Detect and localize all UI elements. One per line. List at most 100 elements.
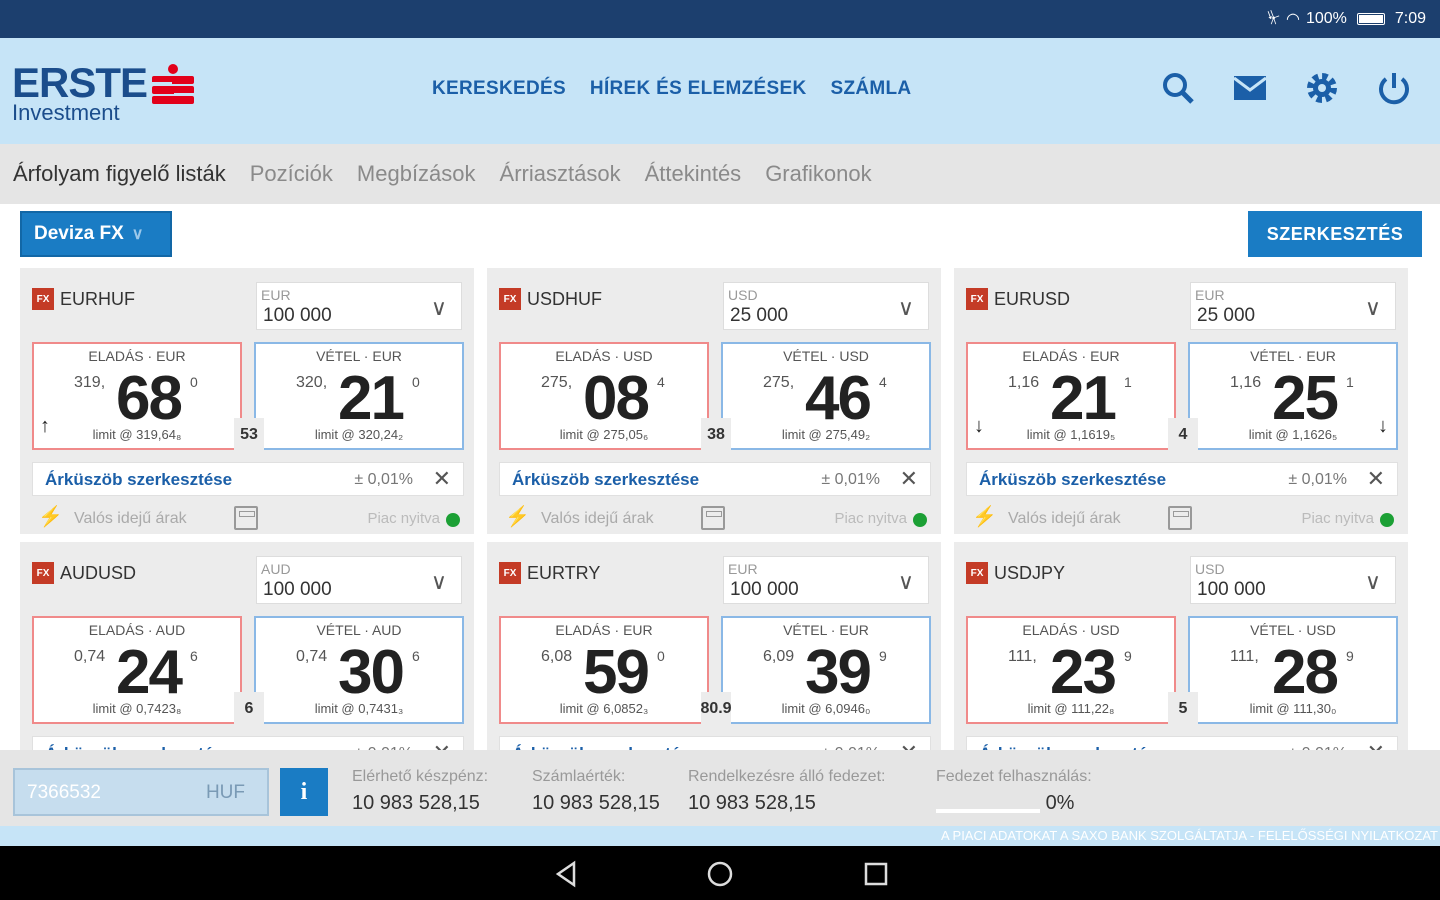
instrument-symbol[interactable]: AUDUSD [60,563,136,584]
stat-available-margin: Rendelkezésre álló fedezet: 10 983 528,1… [688,768,885,815]
buy-price-button[interactable]: VÉTEL · EUR 1,16 25 1 ↓ limit @ 1,1626₅ [1188,342,1398,450]
edit-button[interactable]: SZERKESZTÉS [1248,211,1422,257]
close-icon[interactable]: ✕ [900,740,918,750]
market-open-dot-icon [913,513,927,527]
sell-price-pip: 9 [1124,648,1132,664]
threshold-percent: ± 0,01% [821,471,880,488]
sell-price-prefix: 0,74 [74,648,106,665]
sell-price-button[interactable]: ELADÁS · AUD 0,74 24 6 limit @ 0,7423₈ [32,616,242,724]
buy-price-button[interactable]: VÉTEL · EUR 6,09 39 9 limit @ 6,0946₀ [721,616,931,724]
sell-price-button[interactable]: ELADÁS · USD 275, 08 4 limit @ 275,05₆ [499,342,709,450]
power-icon[interactable] [1376,70,1412,106]
recents-icon[interactable] [862,860,890,888]
stat-cash: Elérhető készpénz: 10 983 528,15 [352,768,488,815]
gear-icon[interactable] [1304,70,1340,106]
nav-news[interactable]: HÍREK ÉS ELEMZÉSEK [590,78,807,100]
close-icon[interactable]: ✕ [900,466,918,492]
amount-select[interactable]: AUD 100 000 ∨ [256,556,462,604]
fx-ticket-eurusd: FX EURUSD EUR 25 000 ∨ ELADÁS · EUR 1,16… [954,268,1408,534]
sell-label: ELADÁS · EUR [88,348,186,364]
close-icon[interactable]: ✕ [433,740,451,750]
back-icon[interactable] [552,860,580,888]
buy-price-button[interactable]: VÉTEL · EUR 320, 21 0 limit @ 320,24₂ [254,342,464,450]
close-icon[interactable]: ✕ [1367,466,1385,492]
price-threshold-row[interactable]: Árküszöb szerkesztése ± 0,01% ✕ [32,736,464,750]
spread-value: 5 [1168,692,1198,726]
tab-orders[interactable]: Megbízások [357,161,476,187]
tab-overview[interactable]: Áttekintés [645,161,742,187]
threshold-edit-link[interactable]: Árküszöb szerkesztése [979,470,1166,490]
erste-logo[interactable]: ERSTE Investment [12,62,194,124]
chevron-down-icon: ∨ [131,226,144,243]
buy-label: VÉTEL · USD [1250,622,1336,638]
close-icon[interactable]: ✕ [433,466,451,492]
amount-select[interactable]: USD 25 000 ∨ [723,282,929,330]
instrument-symbol[interactable]: USDJPY [994,563,1065,584]
sell-price-prefix: 1,16 [1008,374,1040,391]
tab-charts[interactable]: Grafikonok [765,161,871,187]
tab-price-alerts[interactable]: Árriasztások [500,161,621,187]
sell-price-button[interactable]: ELADÁS · EUR 1,16 21 1 ↓ limit @ 1,1619₅ [966,342,1176,450]
fx-ticket-usdjpy: FX USDJPY USD 100 000 ∨ ELADÁS · USD 111… [954,542,1408,750]
buy-price-pip: 0 [412,374,420,390]
close-icon[interactable]: ✕ [1367,740,1385,750]
buy-price-main: 21 [338,364,405,433]
buy-price-main: 28 [1272,638,1339,707]
nav-trading[interactable]: KERESKEDÉS [432,78,566,100]
account-currency: HUF [205,782,245,803]
chevron-down-icon: ∨ [430,569,447,594]
fx-list-select[interactable]: Deviza FX ∨ [20,211,172,257]
price-threshold-row[interactable]: Árküszöb szerkesztése ± 0,01% ✕ [966,462,1398,496]
buy-price-prefix: 6,09 [763,648,795,665]
home-icon[interactable] [706,860,734,888]
sell-price-pip: 1 [1124,374,1132,390]
amount-select[interactable]: EUR 100 000 ∨ [256,282,462,330]
amount-select[interactable]: EUR 25 000 ∨ [1190,282,1396,330]
account-selector[interactable]: 7366532 HUF [13,768,269,816]
stat-value: 10 983 528,15 [532,792,660,814]
price-threshold-row[interactable]: Árküszöb szerkesztése ± 0,01% ✕ [499,736,931,750]
buy-price-button[interactable]: VÉTEL · USD 275, 46 4 limit @ 275,49₂ [721,342,931,450]
tab-positions[interactable]: Pozíciók [250,161,333,187]
buy-price-pip: 9 [879,648,887,664]
sell-label: ELADÁS · EUR [555,622,653,638]
battery-icon [1356,13,1385,25]
margin-usage-percent: 0% [1045,792,1075,814]
price-threshold-row[interactable]: Árküszöb szerkesztése ± 0,01% ✕ [966,736,1398,750]
stat-account-value: Számlaérték: 10 983 528,15 [532,768,660,815]
chevron-down-icon: ∨ [897,295,914,320]
mail-icon[interactable] [1232,70,1268,106]
amount-select[interactable]: USD 100 000 ∨ [1190,556,1396,604]
buy-label: VÉTEL · EUR [1250,348,1336,364]
sell-price-button[interactable]: ELADÁS · EUR 6,08 59 0 limit @ 6,0852₃ [499,616,709,724]
threshold-edit-link[interactable]: Árküszöb szerkesztése [45,470,232,490]
buy-price-button[interactable]: VÉTEL · AUD 0,74 30 6 limit @ 0,7431₃ [254,616,464,724]
amount-select[interactable]: EUR 100 000 ∨ [723,556,929,604]
stat-value: 0% [936,792,1092,815]
data-disclaimer[interactable]: A PIACI ADATOKAT A SAXO BANK SZOLGÁLTATJ… [0,826,1440,846]
calculator-icon[interactable] [701,506,725,530]
sell-price-button[interactable]: ELADÁS · EUR 319, 68 0 ↑ limit @ 319,64₈ [32,342,242,450]
ticket-header: FX USDHUF [499,288,602,310]
buy-price-main: 25 [1272,364,1339,433]
calculator-icon[interactable] [234,506,258,530]
search-icon[interactable] [1160,70,1196,106]
sell-price-button[interactable]: ELADÁS · USD 111, 23 9 limit @ 111,22₈ [966,616,1176,724]
instrument-symbol[interactable]: USDHUF [527,289,602,310]
instrument-symbol[interactable]: EURUSD [994,289,1070,310]
price-threshold-row[interactable]: Árküszöb szerkesztése ± 0,01% ✕ [499,462,931,496]
fx-badge-icon: FX [499,562,521,584]
instrument-symbol[interactable]: EURHUF [60,289,135,310]
threshold-edit-link[interactable]: Árküszöb szerkesztése [512,470,699,490]
buy-price-button[interactable]: VÉTEL · USD 111, 28 9 limit @ 111,30₀ [1188,616,1398,724]
price-threshold-row[interactable]: Árküszöb szerkesztése ± 0,01% ✕ [32,462,464,496]
sell-label: ELADÁS · USD [1022,622,1120,638]
spread-value: 80.9 [700,692,732,726]
calculator-icon[interactable] [1168,506,1192,530]
buy-price-pip: 4 [879,374,887,390]
tab-watchlists[interactable]: Árfolyam figyelő listák [13,161,226,187]
instrument-symbol[interactable]: EURTRY [527,563,600,584]
nav-account[interactable]: SZÁMLA [830,78,911,100]
realtime-label: Valós idejű árak [1008,510,1121,527]
info-button[interactable]: i [280,768,328,816]
